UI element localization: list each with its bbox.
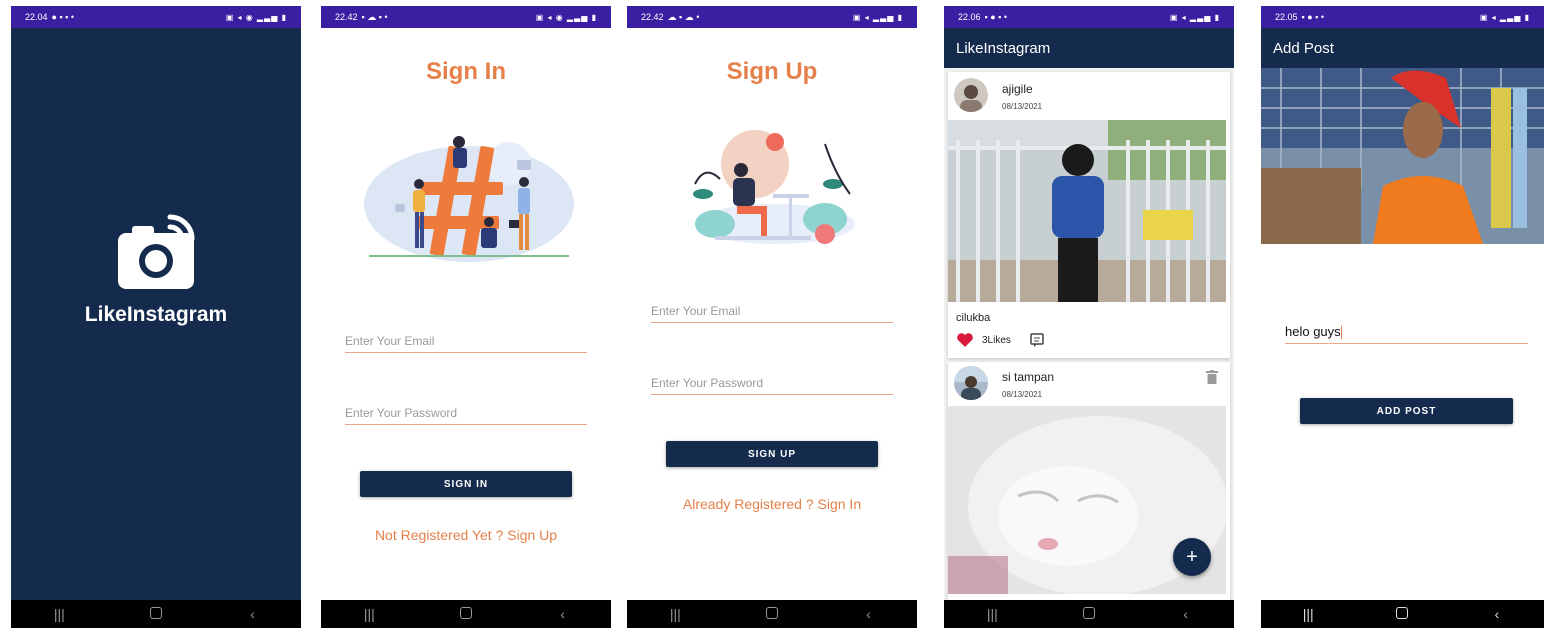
email-field[interactable]: Enter Your Email	[345, 334, 587, 353]
home-icon[interactable]	[1382, 606, 1422, 622]
caption-field[interactable]: helo guys	[1285, 324, 1528, 345]
text-cursor	[1340, 326, 1342, 340]
post-date: 08/13/2021	[1002, 390, 1043, 399]
status-bar: 22.06 ▪ ● ▪ • ▣ ◂ ▂▃▅ ▮	[944, 6, 1234, 28]
recent-apps-icon[interactable]: |||	[1288, 606, 1328, 622]
post-caption: cilukba	[956, 312, 991, 324]
signin-screen: 22.42 ▪ ☁ ▪ • ▣ ◂ ◉ ▂▃▅ ▮ Sign In Enter …	[321, 6, 611, 628]
recent-apps-icon[interactable]: |||	[39, 606, 79, 622]
back-icon[interactable]: ‹	[1166, 606, 1206, 622]
feed-screen: 22.06 ▪ ● ▪ • ▣ ◂ ▂▃▅ ▮ LikeInstagram aji…	[944, 6, 1234, 628]
signup-screen: 22.42 ☁ ▪ ☁ • ▣ ◂ ▂▃▅ ▮ Sign Up Enter You…	[627, 6, 917, 628]
comment-icon[interactable]	[1030, 333, 1044, 352]
back-icon[interactable]: ‹	[233, 606, 273, 622]
hashtag-illustration	[359, 124, 579, 269]
app-bar-title: Add Post	[1273, 39, 1334, 57]
password-field[interactable]: Enter Your Password	[345, 406, 587, 425]
sign-in-link[interactable]: Already Registered ? Sign In	[627, 496, 917, 512]
home-icon[interactable]	[752, 606, 792, 622]
status-time: 22.42	[641, 12, 664, 22]
addpost-screen: 22.05 ▪ ● ▪ • ▣ ◂ ▂▃▅ ▮ Add Post helo guy…	[1261, 6, 1544, 628]
like-count: 3Likes	[982, 335, 1011, 346]
nav-bar: ||| ‹	[11, 600, 301, 628]
app-bar: LikeInstagram	[944, 28, 1234, 68]
status-time: 22.06	[958, 12, 981, 22]
working-person-illustration	[675, 124, 865, 259]
back-icon[interactable]: ‹	[1477, 606, 1517, 622]
app-bar-title: LikeInstagram	[956, 39, 1051, 57]
add-fab[interactable]: +	[1173, 538, 1211, 576]
post-card: ajigile 08/13/2021 cilukba 3Likes	[948, 72, 1230, 358]
home-icon[interactable]	[446, 606, 486, 622]
splash-screen: 22.04 ● ▪ ▪ • ▣ ◂ ◉ ▂▃▅ ▮ LikeInstagram |…	[11, 6, 301, 628]
status-bar: 22.42 ☁ ▪ ☁ • ▣ ◂ ▂▃▅ ▮	[627, 6, 917, 28]
delete-icon[interactable]	[1206, 370, 1218, 389]
back-icon[interactable]: ‹	[543, 606, 583, 622]
nav-bar: ||| ‹	[1261, 600, 1544, 628]
recent-apps-icon[interactable]: |||	[972, 606, 1012, 622]
user-avatar[interactable]	[954, 366, 988, 400]
recent-apps-icon[interactable]: |||	[349, 606, 389, 622]
user-avatar[interactable]	[954, 78, 988, 112]
post-username[interactable]: si tampan	[1002, 370, 1054, 384]
nav-bar: ||| ‹	[627, 600, 917, 628]
plus-icon: +	[1186, 545, 1198, 568]
heart-icon[interactable]	[956, 332, 974, 353]
page-title: Sign In	[426, 58, 506, 85]
password-field[interactable]: Enter Your Password	[651, 376, 893, 395]
camera-icon	[118, 211, 196, 296]
status-bar: 22.42 ▪ ☁ ▪ • ▣ ◂ ◉ ▂▃▅ ▮	[321, 6, 611, 28]
recent-apps-icon[interactable]: |||	[655, 606, 695, 622]
home-icon[interactable]	[1069, 606, 1109, 622]
status-time: 22.05	[1275, 12, 1298, 22]
add-post-button[interactable]: ADD POST	[1300, 398, 1513, 424]
sign-up-button[interactable]: SIGN UP	[666, 441, 878, 467]
splash-app-name: LikeInstagram	[84, 303, 228, 326]
caption-value: helo guys	[1285, 324, 1341, 339]
sign-up-link[interactable]: Not Registered Yet ? Sign Up	[321, 527, 611, 543]
post-username[interactable]: ajigile	[1002, 82, 1033, 96]
selected-image[interactable]	[1261, 68, 1544, 244]
post-image[interactable]	[948, 120, 1226, 302]
nav-bar: ||| ‹	[944, 600, 1234, 628]
page-title: Sign Up	[726, 58, 818, 85]
app-bar: Add Post	[1261, 28, 1544, 68]
status-time: 22.42	[335, 12, 358, 22]
status-bar: 22.05 ▪ ● ▪ • ▣ ◂ ▂▃▅ ▮	[1261, 6, 1544, 28]
back-icon[interactable]: ‹	[849, 606, 889, 622]
status-bar: 22.04 ● ▪ ▪ • ▣ ◂ ◉ ▂▃▅ ▮	[11, 6, 301, 28]
sign-in-button[interactable]: SIGN IN	[360, 471, 572, 497]
post-date: 08/13/2021	[1002, 102, 1043, 111]
nav-bar: ||| ‹	[321, 600, 611, 628]
email-field[interactable]: Enter Your Email	[651, 304, 893, 323]
home-icon[interactable]	[136, 606, 176, 622]
status-time: 22.04	[25, 12, 48, 22]
